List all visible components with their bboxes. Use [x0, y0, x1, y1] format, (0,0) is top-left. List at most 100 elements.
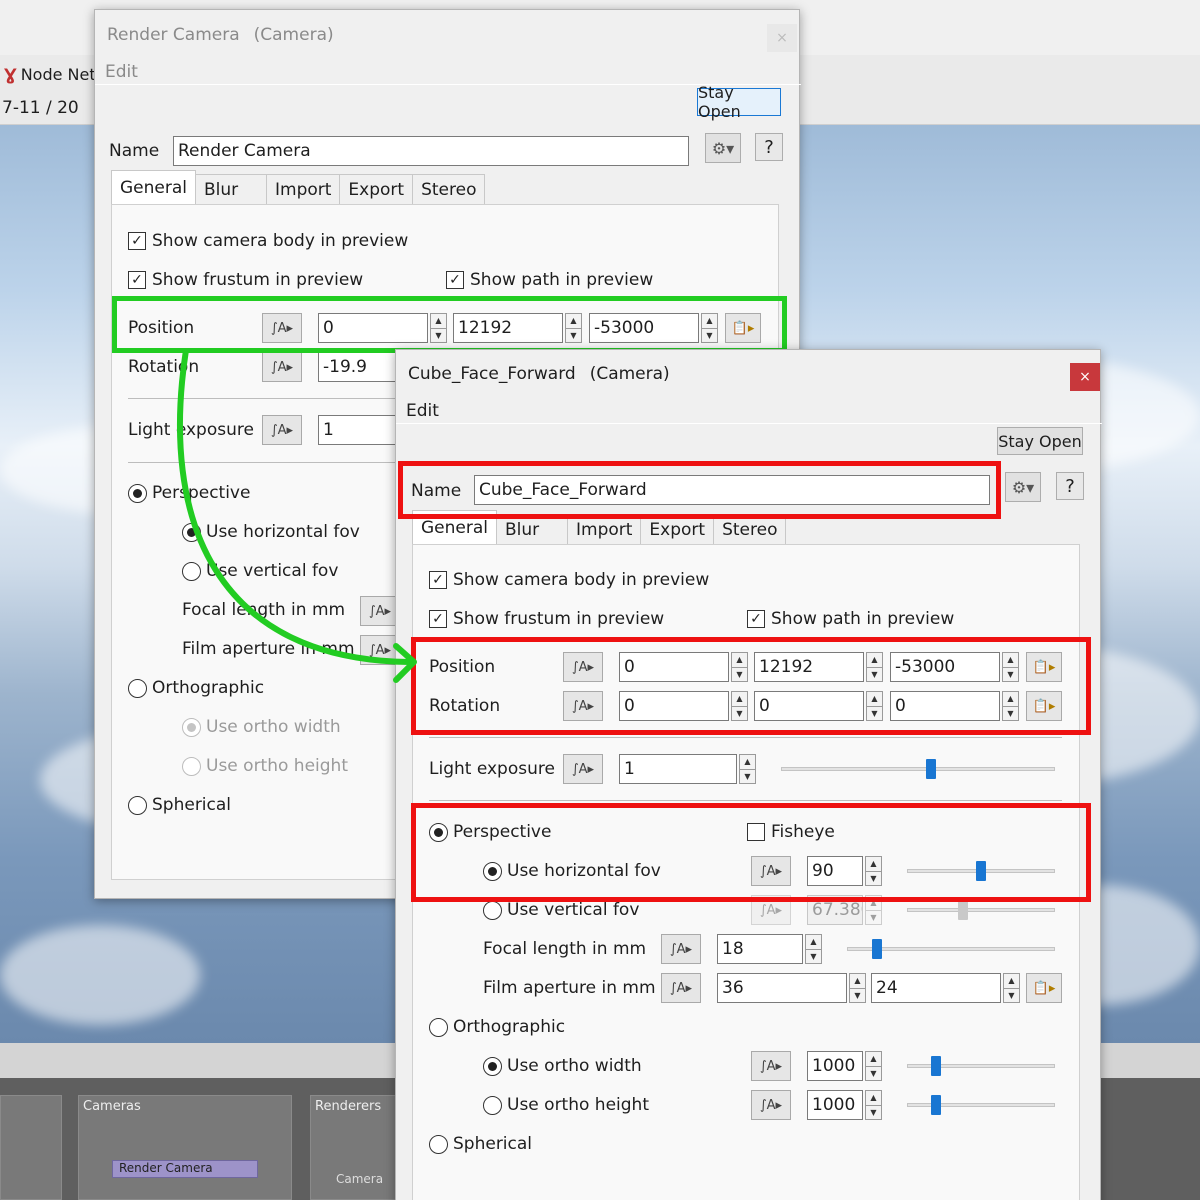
- ortho-width-spinner[interactable]: ▲ ▼: [865, 1051, 882, 1081]
- tab-general[interactable]: General: [111, 170, 196, 204]
- animate-icon[interactable]: ∫A▸: [262, 415, 302, 445]
- show-frustum-checkbox[interactable]: ✓: [128, 271, 146, 289]
- ortho-height-slider[interactable]: [907, 1103, 1055, 1107]
- orthographic-radio[interactable]: [128, 679, 147, 698]
- film-aperture-label: Film aperture in mm: [182, 639, 355, 659]
- animate-icon[interactable]: ∫A▸: [360, 635, 400, 665]
- vertical-fov-slider-thumb[interactable]: [958, 900, 968, 920]
- show-path-checkbox[interactable]: ✓: [747, 610, 765, 628]
- orthographic-label: Orthographic: [152, 678, 265, 698]
- light-exposure-spinner[interactable]: ▲ ▼: [739, 754, 756, 784]
- tab-export[interactable]: Export: [339, 174, 414, 204]
- perspective-radio[interactable]: [128, 484, 147, 503]
- ortho-width-radio[interactable]: [483, 1057, 502, 1076]
- film-aperture-width-spinner[interactable]: ▲ ▼: [849, 973, 866, 1003]
- close-icon[interactable]: ×: [1070, 363, 1100, 391]
- show-frustum-label: Show frustum in preview: [453, 609, 665, 629]
- position-highlight-green: [112, 296, 787, 353]
- ortho-width-radio[interactable]: [182, 718, 201, 737]
- animate-icon[interactable]: ∫A▸: [563, 754, 603, 784]
- show-frustum-label: Show frustum in preview: [152, 270, 364, 290]
- ortho-height-label: Use ortho height: [206, 756, 348, 776]
- ortho-height-label: Use ortho height: [507, 1095, 649, 1115]
- window-title: Cube_Face_Forward (Camera): [408, 364, 670, 384]
- tab-bar: General Blur Import Export Stereo: [111, 170, 486, 204]
- ortho-width-slider[interactable]: [907, 1064, 1055, 1068]
- ortho-height-radio[interactable]: [182, 757, 201, 776]
- vertical-fov-label: Use vertical fov: [507, 900, 640, 920]
- orthographic-label: Orthographic: [453, 1017, 566, 1037]
- spherical-radio[interactable]: [429, 1135, 448, 1154]
- perspective-label: Perspective: [152, 483, 251, 503]
- show-body-checkbox[interactable]: ✓: [429, 571, 447, 589]
- focal-length-input[interactable]: 18: [717, 934, 803, 964]
- help-button[interactable]: ?: [755, 133, 783, 161]
- focal-length-slider-thumb[interactable]: [872, 939, 882, 959]
- show-body-checkbox[interactable]: ✓: [128, 232, 146, 250]
- edit-menu[interactable]: Edit: [105, 62, 138, 82]
- camera-node-label: Camera: [336, 1172, 384, 1186]
- focal-length-label: Focal length in mm: [483, 939, 647, 959]
- animate-icon[interactable]: ∫A▸: [751, 1051, 791, 1081]
- edit-menu[interactable]: Edit: [406, 401, 439, 421]
- ortho-width-label: Use ortho width: [507, 1056, 642, 1076]
- node-network-tab[interactable]: Ɣ Node Net: [0, 60, 100, 88]
- stay-open-button[interactable]: Stay Open: [997, 427, 1083, 455]
- node-panel-cameras[interactable]: Cameras: [78, 1095, 292, 1200]
- node-network-icon: Ɣ: [4, 64, 17, 84]
- ortho-width-slider-thumb[interactable]: [931, 1056, 941, 1076]
- window-title: Render Camera (Camera): [107, 25, 334, 45]
- spherical-radio[interactable]: [128, 796, 147, 815]
- vertical-fov-radio[interactable]: [182, 562, 201, 581]
- render-camera-node[interactable]: Render Camera: [112, 1160, 258, 1178]
- node-panel-renderers-label: Renderers: [315, 1099, 382, 1114]
- node-network-tab-label: Node Net: [20, 64, 96, 84]
- stay-open-button[interactable]: Stay Open: [697, 83, 781, 121]
- animate-icon[interactable]: ∫A▸: [661, 973, 701, 1003]
- perspective-highlight-red: [411, 803, 1091, 902]
- window-title-text: Render Camera: [107, 25, 240, 45]
- ortho-height-input[interactable]: 1000: [807, 1090, 863, 1120]
- window-title-text: Cube_Face_Forward: [408, 364, 576, 384]
- animate-icon[interactable]: ∫A▸: [262, 352, 302, 382]
- show-path-label: Show path in preview: [771, 609, 955, 629]
- gear-icon[interactable]: ⚙▾: [705, 133, 741, 163]
- show-path-checkbox[interactable]: ✓: [446, 271, 464, 289]
- ortho-height-slider-thumb[interactable]: [931, 1095, 941, 1115]
- light-exposure-input[interactable]: 1: [619, 754, 737, 784]
- vertical-fov-label: Use vertical fov: [206, 561, 339, 581]
- spherical-label: Spherical: [152, 795, 232, 815]
- ortho-width-input[interactable]: 1000: [807, 1051, 863, 1081]
- horizontal-fov-label: Use horizontal fov: [206, 522, 360, 542]
- animate-icon[interactable]: ∫A▸: [751, 1090, 791, 1120]
- name-input[interactable]: Render Camera: [173, 136, 689, 166]
- help-button[interactable]: ?: [1056, 472, 1084, 500]
- film-aperture-width-input[interactable]: 36: [717, 973, 847, 1003]
- light-exposure-slider[interactable]: [781, 767, 1055, 771]
- gear-icon[interactable]: ⚙▾: [1005, 472, 1041, 502]
- light-exposure-label: Light exposure: [128, 420, 254, 440]
- focal-length-spinner[interactable]: ▲ ▼: [805, 934, 822, 964]
- ortho-height-spinner[interactable]: ▲ ▼: [865, 1090, 882, 1120]
- light-exposure-slider-thumb[interactable]: [926, 759, 937, 779]
- transform-highlight-red: [411, 637, 1091, 735]
- vertical-fov-radio[interactable]: [483, 901, 502, 920]
- film-aperture-height-input[interactable]: 24: [871, 973, 1001, 1003]
- animate-icon[interactable]: ∫A▸: [661, 934, 701, 964]
- film-aperture-height-spinner[interactable]: ▲ ▼: [1003, 973, 1020, 1003]
- paste-icon[interactable]: 📋▸: [1026, 973, 1062, 1003]
- orthographic-radio[interactable]: [429, 1018, 448, 1037]
- ortho-width-label: Use ortho width: [206, 717, 341, 737]
- close-icon[interactable]: ×: [767, 24, 797, 52]
- horizontal-fov-radio[interactable]: [182, 523, 201, 542]
- animate-icon[interactable]: ∫A▸: [360, 596, 400, 626]
- node-panel-cameras-label: Cameras: [83, 1099, 141, 1114]
- tab-blur[interactable]: Blur: [195, 174, 267, 204]
- tab-import[interactable]: Import: [266, 174, 341, 204]
- show-body-label: Show camera body in preview: [453, 570, 710, 590]
- tab-stereo[interactable]: Stereo: [412, 174, 486, 204]
- show-frustum-checkbox[interactable]: ✓: [429, 610, 447, 628]
- vertical-fov-slider[interactable]: [907, 908, 1055, 912]
- focal-length-label: Focal length in mm: [182, 600, 346, 620]
- ortho-height-radio[interactable]: [483, 1096, 502, 1115]
